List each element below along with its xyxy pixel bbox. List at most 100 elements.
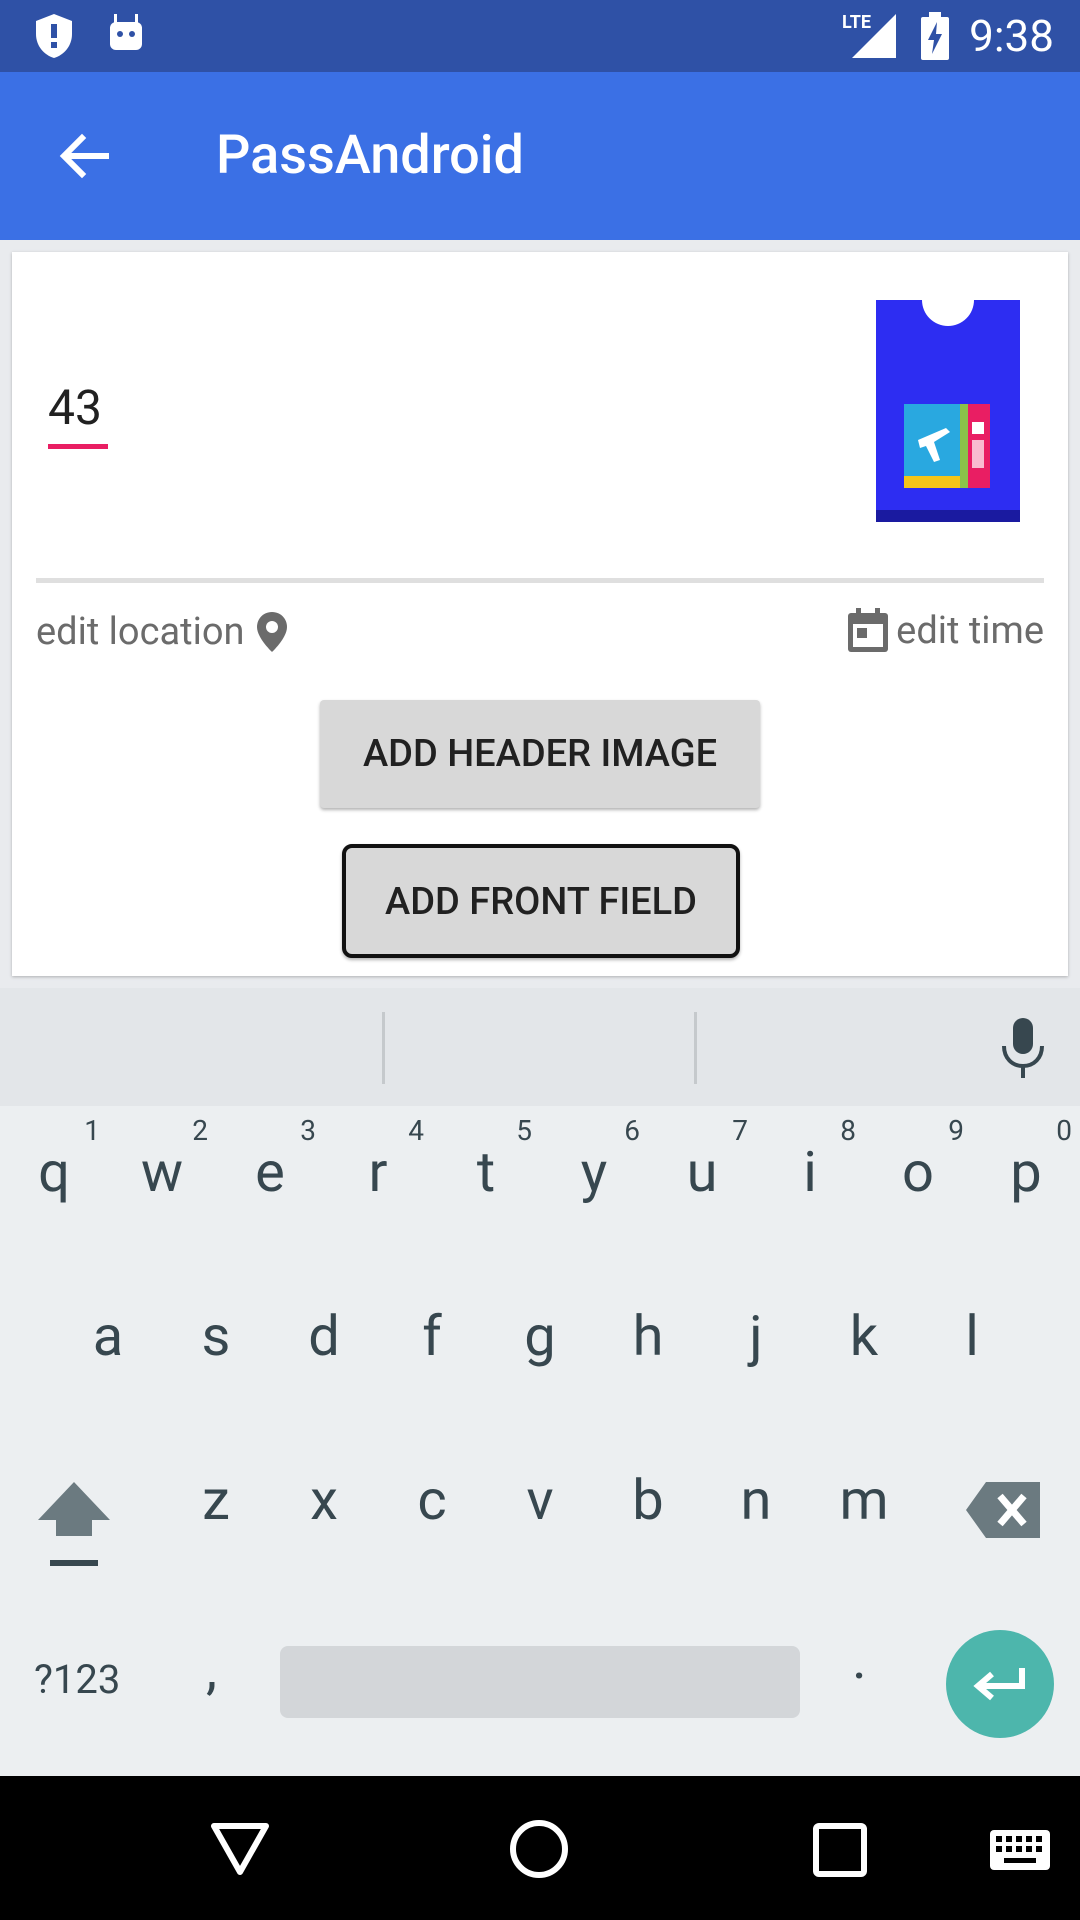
key-char: q bbox=[38, 1139, 70, 1205]
app-title: PassAndroid bbox=[216, 124, 524, 187]
key-j[interactable]: j bbox=[702, 1270, 810, 1420]
edit-time-label: edit time bbox=[896, 609, 1044, 653]
key-p[interactable]: p0 bbox=[972, 1106, 1080, 1256]
key-char: k bbox=[849, 1303, 879, 1369]
key-r[interactable]: r4 bbox=[324, 1106, 432, 1256]
key-hint: 0 bbox=[1056, 1114, 1072, 1147]
key-o[interactable]: o9 bbox=[864, 1106, 972, 1256]
key-char: b bbox=[632, 1467, 664, 1533]
key-char: u bbox=[686, 1139, 718, 1205]
comma-key[interactable]: , bbox=[206, 1636, 217, 1702]
add-header-image-button[interactable]: ADD HEADER IMAGE bbox=[320, 700, 760, 808]
back-triangle-icon[interactable] bbox=[210, 1820, 270, 1876]
key-char: g bbox=[524, 1303, 556, 1369]
shield-icon bbox=[36, 14, 72, 58]
key-char: o bbox=[902, 1139, 934, 1205]
edit-location-button[interactable]: edit location bbox=[36, 610, 290, 654]
key-hint: 2 bbox=[192, 1114, 208, 1147]
field-value-input[interactable]: 43 bbox=[48, 380, 108, 449]
key-h[interactable]: h bbox=[594, 1270, 702, 1420]
key-hint: 9 bbox=[948, 1114, 964, 1147]
android-icon bbox=[110, 14, 142, 50]
key-char: z bbox=[202, 1467, 230, 1533]
period-key[interactable]: . bbox=[852, 1626, 867, 1692]
field-underline bbox=[48, 444, 108, 449]
key-char: h bbox=[632, 1303, 664, 1369]
microphone-icon[interactable] bbox=[998, 1016, 1048, 1080]
edit-time-button[interactable]: edit time bbox=[846, 608, 1044, 654]
suggestion-divider bbox=[382, 1012, 385, 1084]
key-v[interactable]: v bbox=[486, 1434, 594, 1584]
content-area: 43 edit location edit time ADD HEADER IM… bbox=[0, 240, 1080, 988]
key-f[interactable]: f bbox=[378, 1270, 486, 1420]
pass-card: 43 edit location edit time ADD HEADER IM… bbox=[12, 252, 1068, 976]
key-hint: 1 bbox=[84, 1114, 100, 1147]
key-char: t bbox=[476, 1139, 496, 1205]
soft-keyboard: q1w2e3r4t5y6u7i8o9p0 asdfghjkl zxcvbnm ?… bbox=[0, 988, 1080, 1776]
key-z[interactable]: z bbox=[162, 1434, 270, 1584]
key-char: i bbox=[803, 1139, 817, 1205]
key-char: p bbox=[1010, 1139, 1042, 1205]
boarding-pass-icon[interactable] bbox=[876, 300, 1020, 522]
key-char: w bbox=[140, 1139, 184, 1205]
key-a[interactable]: a bbox=[54, 1270, 162, 1420]
key-char: v bbox=[526, 1467, 554, 1533]
key-char: e bbox=[255, 1139, 285, 1205]
key-l[interactable]: l bbox=[918, 1270, 1026, 1420]
location-pin-icon bbox=[257, 612, 288, 652]
key-w[interactable]: w2 bbox=[108, 1106, 216, 1256]
suggestion-strip bbox=[0, 988, 1080, 1106]
key-char: l bbox=[965, 1303, 979, 1369]
field-value: 43 bbox=[48, 379, 102, 436]
enter-icon bbox=[973, 1668, 1025, 1701]
status-time: 9:38 bbox=[969, 10, 1054, 62]
shift-icon[interactable] bbox=[32, 1478, 116, 1578]
key-hint: 8 bbox=[840, 1114, 856, 1147]
key-q[interactable]: q1 bbox=[0, 1106, 108, 1256]
key-hint: 4 bbox=[408, 1114, 424, 1147]
key-x[interactable]: x bbox=[270, 1434, 378, 1584]
key-k[interactable]: k bbox=[810, 1270, 918, 1420]
symbols-key[interactable]: ?123 bbox=[34, 1656, 120, 1703]
key-char: s bbox=[201, 1303, 231, 1369]
recents-square-icon[interactable] bbox=[812, 1822, 868, 1878]
key-u[interactable]: u7 bbox=[648, 1106, 756, 1256]
key-char: a bbox=[92, 1303, 124, 1369]
key-b[interactable]: b bbox=[594, 1434, 702, 1584]
space-bar[interactable] bbox=[280, 1646, 800, 1718]
key-char: m bbox=[839, 1467, 889, 1533]
arrow-back-icon[interactable] bbox=[52, 124, 116, 188]
backspace-icon[interactable] bbox=[964, 1478, 1044, 1542]
navigation-bar bbox=[0, 1776, 1080, 1920]
key-char: x bbox=[310, 1467, 338, 1533]
key-i[interactable]: i8 bbox=[756, 1106, 864, 1256]
key-t[interactable]: t5 bbox=[432, 1106, 540, 1256]
edit-location-label: edit location bbox=[36, 610, 245, 654]
key-char: f bbox=[422, 1303, 442, 1369]
key-g[interactable]: g bbox=[486, 1270, 594, 1420]
key-char: j bbox=[749, 1303, 763, 1369]
key-hint: 7 bbox=[732, 1114, 748, 1147]
key-s[interactable]: s bbox=[162, 1270, 270, 1420]
signal-icon bbox=[852, 14, 896, 58]
divider bbox=[36, 578, 1044, 583]
key-e[interactable]: e3 bbox=[216, 1106, 324, 1256]
suggestion-divider bbox=[694, 1012, 697, 1084]
battery-charging-icon bbox=[921, 12, 949, 60]
key-hint: 3 bbox=[300, 1114, 316, 1147]
key-y[interactable]: y6 bbox=[540, 1106, 648, 1256]
key-char: c bbox=[417, 1467, 447, 1533]
key-m[interactable]: m bbox=[810, 1434, 918, 1584]
keyboard-switch-icon[interactable] bbox=[988, 1828, 1052, 1872]
key-char: r bbox=[368, 1139, 388, 1205]
key-d[interactable]: d bbox=[270, 1270, 378, 1420]
key-hint: 6 bbox=[624, 1114, 640, 1147]
key-n[interactable]: n bbox=[702, 1434, 810, 1584]
key-char: y bbox=[580, 1139, 608, 1205]
enter-key[interactable] bbox=[946, 1630, 1054, 1738]
home-circle-icon[interactable] bbox=[508, 1818, 570, 1880]
key-char: d bbox=[308, 1303, 340, 1369]
key-hint: 5 bbox=[516, 1114, 532, 1147]
key-c[interactable]: c bbox=[378, 1434, 486, 1584]
add-front-field-button[interactable]: ADD FRONT FIELD bbox=[342, 844, 740, 958]
